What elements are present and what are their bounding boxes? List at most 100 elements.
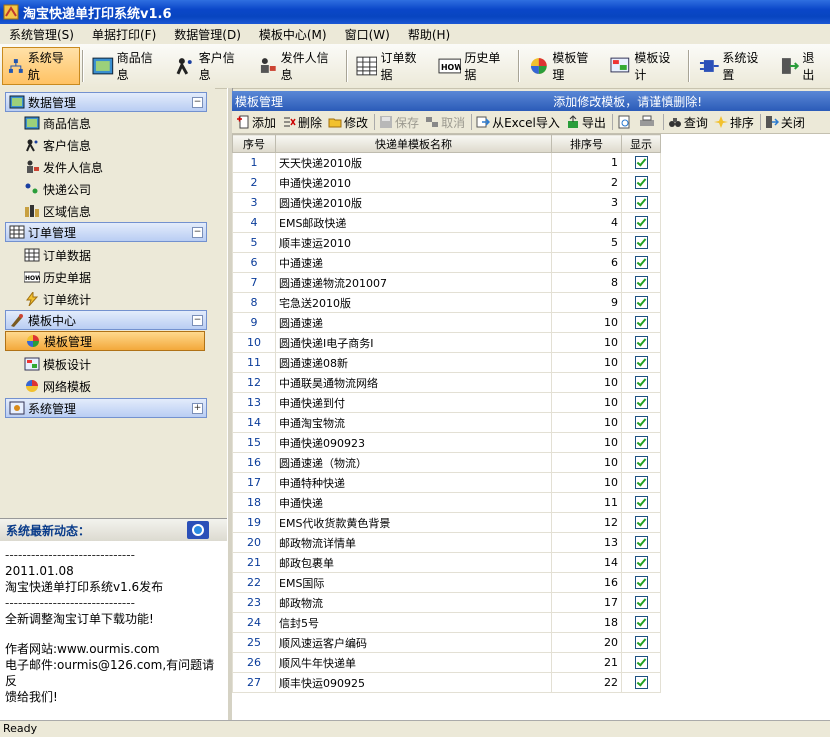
orders-button[interactable]: 订单数据 — [352, 48, 432, 84]
sidebar-item-orders[interactable]: 订单数据 — [24, 245, 91, 265]
menu-data[interactable]: 数据管理(D) — [165, 26, 250, 43]
show-checkbox[interactable] — [634, 376, 648, 390]
show-checkbox[interactable] — [634, 236, 648, 250]
sort-order[interactable]: 10 — [551, 312, 622, 333]
table-row[interactable]: 17 申通特种快递 10 — [232, 472, 661, 493]
group-order-management[interactable]: 订单管理 − — [5, 222, 207, 242]
group-data-management[interactable]: 数据管理 − — [5, 92, 207, 112]
template-name[interactable]: 圆通速递（物流） — [275, 452, 552, 473]
table-row[interactable]: 3 圆通快递2010版 3 — [232, 192, 661, 213]
sort-order[interactable]: 21 — [551, 652, 622, 673]
sort-order[interactable]: 4 — [551, 212, 622, 233]
template-name[interactable]: 顺风速运客户编码 — [275, 632, 552, 653]
group-system-management[interactable]: 系统管理 + — [5, 398, 207, 418]
template-name[interactable]: EMS国际 — [275, 572, 552, 593]
show-checkbox[interactable] — [634, 396, 648, 410]
table-row[interactable]: 9 圆通速递 10 — [232, 312, 661, 333]
sidebar-item-customers[interactable]: 客户信息 — [24, 135, 91, 155]
customers-button[interactable]: 客户信息 — [170, 48, 250, 84]
template-name[interactable]: 圆通快递I电子商务I — [275, 332, 552, 353]
menu-help[interactable]: 帮助(H) — [399, 26, 459, 43]
exit-button[interactable]: 退出 — [776, 48, 830, 84]
show-checkbox[interactable] — [634, 316, 648, 330]
menu-window[interactable]: 窗口(W) — [336, 26, 399, 43]
preview-button[interactable] — [617, 115, 633, 129]
menu-template[interactable]: 模板中心(M) — [250, 26, 336, 43]
table-row[interactable]: 5 顺丰速运2010 5 — [232, 232, 661, 253]
template-name[interactable]: EMS代收货款黄色背景 — [275, 512, 552, 533]
history-button[interactable]: HOW 历史单据 — [434, 48, 516, 84]
template-name[interactable]: 圆通速递08新 — [275, 352, 552, 373]
show-checkbox[interactable] — [634, 616, 648, 630]
column-header-name[interactable]: 快递单模板名称 — [275, 134, 552, 153]
table-row[interactable]: 27 顺丰快运090925 22 — [232, 672, 661, 693]
import-excel-button[interactable]: 从Excel导入 — [476, 114, 560, 131]
menu-system[interactable]: 系统管理(S) — [0, 26, 83, 43]
goods-button[interactable]: 商品信息 — [88, 48, 168, 84]
show-checkbox[interactable] — [634, 556, 648, 570]
show-checkbox[interactable] — [634, 256, 648, 270]
template-name[interactable]: 中通联昊通物流网络 — [275, 372, 552, 393]
show-checkbox[interactable] — [634, 176, 648, 190]
sort-order[interactable]: 22 — [551, 672, 622, 693]
sort-order[interactable]: 10 — [551, 452, 622, 473]
sidebar-item-senders[interactable]: 发件人信息 — [24, 157, 103, 177]
sort-order[interactable]: 10 — [551, 412, 622, 433]
sort-order[interactable]: 13 — [551, 532, 622, 553]
sidebar-item-template-management[interactable]: 模板管理 — [5, 331, 205, 351]
table-row[interactable]: 11 圆通速递08新 10 — [232, 352, 661, 373]
table-row[interactable]: 20 邮政物流详情单 13 — [232, 532, 661, 553]
template-name[interactable]: 顺丰速运2010 — [275, 232, 552, 253]
table-row[interactable]: 23 邮政物流 17 — [232, 592, 661, 613]
edit-button[interactable]: 修改 — [328, 114, 368, 131]
sort-order[interactable]: 1 — [551, 152, 622, 173]
sidebar-item-template-design[interactable]: 模板设计 — [24, 354, 91, 374]
template-name[interactable]: 申通快递到付 — [275, 392, 552, 413]
sidebar-item-couriers[interactable]: 快递公司 — [24, 179, 91, 199]
table-row[interactable]: 6 中通速递 6 — [232, 252, 661, 273]
table-row[interactable]: 26 顺风牛年快递单 21 — [232, 652, 661, 673]
delete-button[interactable]: 删除 — [282, 114, 322, 131]
template-name[interactable]: 宅急送2010版 — [275, 292, 552, 313]
sort-order[interactable]: 3 — [551, 192, 622, 213]
show-checkbox[interactable] — [634, 216, 648, 230]
sort-order[interactable]: 8 — [551, 272, 622, 293]
table-row[interactable]: 1 天天快递2010版 1 — [232, 152, 661, 173]
show-checkbox[interactable] — [634, 296, 648, 310]
table-row[interactable]: 15 申通快递090923 10 — [232, 432, 661, 453]
show-checkbox[interactable] — [634, 636, 648, 650]
show-checkbox[interactable] — [634, 276, 648, 290]
table-row[interactable]: 2 申通快递2010 2 — [232, 172, 661, 193]
sort-order[interactable]: 9 — [551, 292, 622, 313]
column-header-order[interactable]: 排序号 — [551, 134, 622, 153]
collapse-icon[interactable]: − — [192, 315, 203, 326]
table-row[interactable]: 7 圆通速递物流201007 8 — [232, 272, 661, 293]
save-button[interactable]: 保存 — [379, 114, 419, 131]
sort-order[interactable]: 12 — [551, 512, 622, 533]
table-row[interactable]: 14 申通淘宝物流 10 — [232, 412, 661, 433]
template-name[interactable]: 顺风牛年快递单 — [275, 652, 552, 673]
template-name[interactable]: 申通淘宝物流 — [275, 412, 552, 433]
print-button[interactable] — [639, 115, 657, 129]
sidebar-item-regions[interactable]: 区域信息 — [24, 201, 91, 221]
template-name[interactable]: 圆通快递2010版 — [275, 192, 552, 213]
show-checkbox[interactable] — [634, 496, 648, 510]
nav-button[interactable]: 系统导航 — [2, 47, 81, 85]
sort-order[interactable]: 2 — [551, 172, 622, 193]
table-row[interactable]: 10 圆通快递I电子商务I 10 — [232, 332, 661, 353]
senders-button[interactable]: 发件人信息 — [252, 48, 344, 84]
column-header-no[interactable]: 序号 — [232, 134, 276, 153]
sort-order[interactable]: 17 — [551, 592, 622, 613]
template-name[interactable]: 申通特种快递 — [275, 472, 552, 493]
show-checkbox[interactable] — [634, 576, 648, 590]
add-button[interactable]: 添加 — [236, 114, 276, 131]
table-row[interactable]: 25 顺风速运客户编码 20 — [232, 632, 661, 653]
sort-order[interactable]: 6 — [551, 252, 622, 273]
sort-order[interactable]: 5 — [551, 232, 622, 253]
table-row[interactable]: 13 申通快递到付 10 — [232, 392, 661, 413]
table-row[interactable]: 18 申通快递 11 — [232, 492, 661, 513]
cancel-button[interactable]: 取消 — [425, 114, 465, 131]
table-row[interactable]: 12 中通联昊通物流网络 10 — [232, 372, 661, 393]
table-row[interactable]: 16 圆通速递（物流） 10 — [232, 452, 661, 473]
sort-button[interactable]: 排序 — [713, 114, 754, 131]
